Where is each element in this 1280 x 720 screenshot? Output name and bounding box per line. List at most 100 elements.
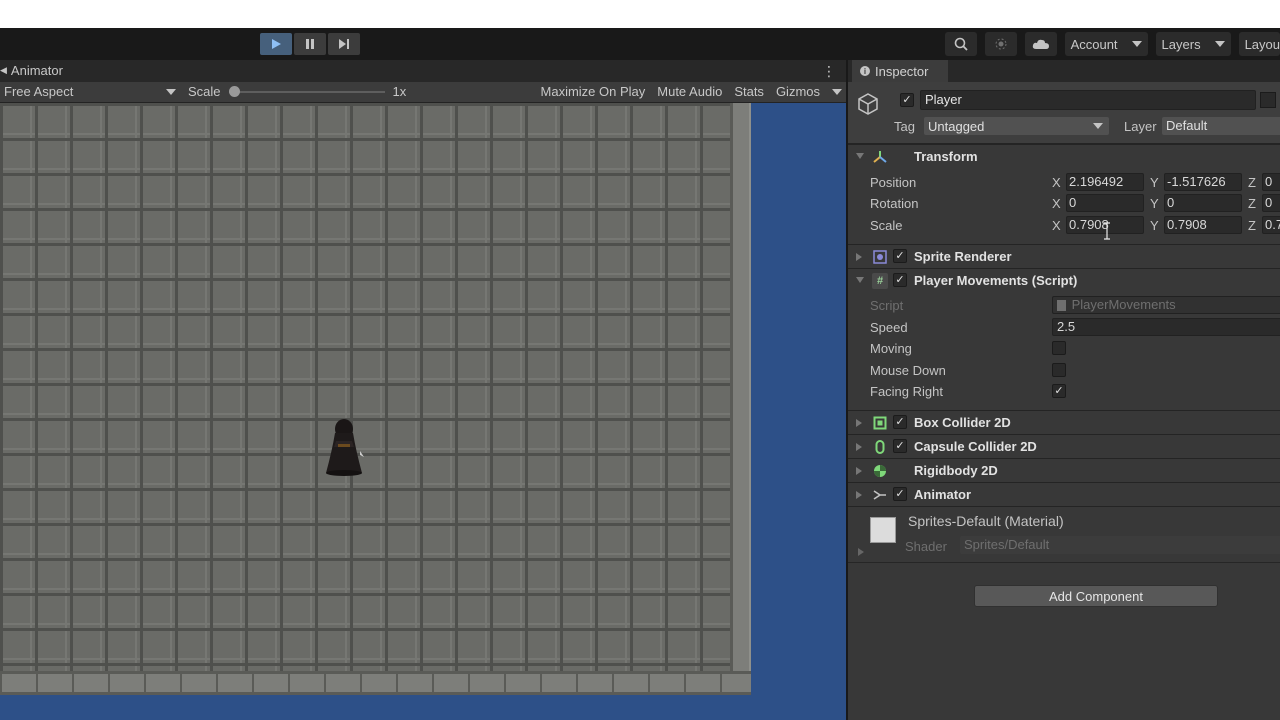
account-dropdown[interactable]: Account (1064, 32, 1148, 56)
scale-z-field[interactable]: 0.7 (1262, 216, 1280, 234)
cloud-button[interactable] (1024, 32, 1057, 56)
add-component-button[interactable]: Add Component (974, 585, 1218, 607)
player-movements-enabled-checkbox[interactable]: ✓ (893, 273, 907, 287)
layers-dropdown[interactable]: Layers (1155, 32, 1231, 56)
foldout-arrow-icon[interactable] (856, 253, 862, 261)
inspector-tabbar: i Inspector (848, 60, 1280, 82)
box-collider-header[interactable]: ✓ Box Collider 2D (848, 410, 1280, 434)
layer-dropdown[interactable]: Default (1162, 117, 1280, 135)
cloud-icon (1032, 39, 1049, 49)
box-collider-enabled-checkbox[interactable]: ✓ (893, 415, 907, 429)
script-label: Script (870, 298, 904, 313)
shader-label: Shader (905, 539, 947, 554)
facing-right-checkbox[interactable]: ✓ (1052, 384, 1066, 398)
shader-dropdown[interactable]: Sprites/Default (960, 536, 1280, 554)
right-wall (730, 103, 751, 695)
layer-label: Layer (1124, 119, 1157, 134)
gameobject-active-checkbox[interactable]: ✓ (900, 93, 914, 107)
chevron-down-icon[interactable] (832, 88, 842, 95)
moving-checkbox[interactable] (1052, 341, 1066, 355)
search-icon (954, 37, 968, 51)
account-label: Account (1070, 36, 1118, 52)
material-section: Sprites-Default (Material) Shader Sprite… (848, 506, 1280, 562)
info-icon: i (860, 66, 870, 76)
layout-label: Layou (1244, 36, 1280, 52)
scale-slider-handle[interactable] (228, 85, 240, 97)
text-cursor-icon (1104, 222, 1110, 240)
tab-inspector[interactable]: i Inspector (852, 60, 948, 82)
rigidbody-header[interactable]: Rigidbody 2D (848, 458, 1280, 482)
search-button[interactable] (944, 32, 977, 56)
transform-header[interactable]: Transform (848, 144, 1280, 168)
scale-fields: X 0.7908 Y 0.7908 Z 0.7 (1052, 216, 1280, 234)
aspect-dropdown[interactable]: Free Aspect (0, 84, 180, 99)
mouse-down-checkbox[interactable] (1052, 363, 1066, 377)
scale-y-field[interactable]: 0.7908 (1164, 216, 1242, 234)
material-name: Sprites-Default (Material) (908, 513, 1064, 529)
layers-label: Layers (1161, 36, 1201, 52)
box-collider-title: Box Collider 2D (914, 415, 1011, 430)
position-z-field[interactable]: 0 (1262, 173, 1280, 191)
rotation-x-field[interactable]: 0 (1066, 194, 1144, 212)
more-options-icon[interactable]: ⋮ (822, 63, 836, 80)
maximize-on-play-toggle[interactable]: Maximize On Play (541, 84, 646, 99)
play-icon (272, 39, 281, 49)
speed-label: Speed (870, 320, 908, 335)
axis-x-label: X (1052, 217, 1061, 233)
gameobject-header: ✓ Player Tag Untagged Layer Default (848, 82, 1280, 144)
foldout-arrow-icon[interactable] (856, 443, 862, 451)
moving-label: Moving (870, 341, 912, 356)
main-toolbar: Account Layers Layou (0, 28, 1280, 60)
bottom-wall (0, 671, 751, 695)
foldout-arrow-icon[interactable] (856, 153, 864, 159)
play-button[interactable] (260, 33, 292, 55)
tag-dropdown[interactable]: Untagged (924, 117, 1109, 135)
position-x-field[interactable]: 2.196492 (1066, 173, 1144, 191)
speed-field[interactable]: 2.5 (1052, 318, 1280, 336)
position-y-field[interactable]: -1.517626 (1164, 173, 1242, 191)
axis-x-label: X (1052, 174, 1061, 190)
step-icon (339, 39, 349, 49)
axis-y-label: Y (1150, 174, 1159, 190)
inspector-panel: i Inspector ✓ Player Tag Untagged Layer … (846, 60, 1280, 720)
divider (848, 562, 1280, 563)
gizmos-toggle[interactable]: Gizmos (776, 84, 820, 99)
tab-animator[interactable]: ◀ Animator (0, 63, 63, 78)
scale-slider[interactable] (228, 85, 385, 97)
sprite-renderer-enabled-checkbox[interactable]: ✓ (893, 249, 907, 263)
animator-header[interactable]: ✓ Animator (848, 482, 1280, 506)
collab-button[interactable] (984, 32, 1017, 56)
foldout-arrow-icon[interactable] (856, 277, 864, 283)
animator-enabled-checkbox[interactable]: ✓ (893, 487, 907, 501)
capsule-collider-enabled-checkbox[interactable]: ✓ (893, 439, 907, 453)
transform-title: Transform (914, 149, 978, 164)
foldout-arrow-icon[interactable] (856, 491, 862, 499)
chevron-down-icon (1214, 41, 1225, 47)
mute-audio-toggle[interactable]: Mute Audio (657, 84, 722, 99)
chevron-down-icon (1131, 41, 1142, 47)
foldout-arrow-icon[interactable] (858, 548, 864, 556)
rotation-z-field[interactable]: 0 (1262, 194, 1280, 212)
toolbar-right: Account Layers Layou (944, 32, 1280, 56)
pause-button[interactable] (294, 33, 326, 55)
player-sprite (326, 419, 364, 476)
static-checkbox[interactable] (1260, 92, 1276, 108)
rotation-fields: X 0 Y 0 Z 0 (1052, 194, 1280, 212)
scale-label: Scale (188, 84, 221, 99)
game-viewport[interactable] (0, 103, 846, 720)
gameobject-name-field[interactable]: Player (920, 90, 1256, 110)
sprite-renderer-header[interactable]: ✓ Sprite Renderer (848, 244, 1280, 268)
rigidbody-title: Rigidbody 2D (914, 463, 998, 478)
tile-floor (0, 103, 751, 695)
layout-dropdown[interactable]: Layou (1238, 32, 1280, 56)
player-movements-header[interactable]: # ✓ Player Movements (Script) (848, 268, 1280, 292)
game-view-tabbar: ◀ Animator ⋮ (0, 60, 846, 82)
step-button[interactable] (328, 33, 360, 55)
foldout-arrow-icon[interactable] (856, 419, 862, 427)
material-preview-swatch[interactable] (870, 517, 896, 543)
foldout-arrow-icon[interactable] (856, 467, 862, 475)
rotation-y-field[interactable]: 0 (1164, 194, 1242, 212)
stats-toggle[interactable]: Stats (734, 84, 764, 99)
rotation-label: Rotation (870, 196, 919, 211)
capsule-collider-header[interactable]: ✓ Capsule Collider 2D (848, 434, 1280, 458)
